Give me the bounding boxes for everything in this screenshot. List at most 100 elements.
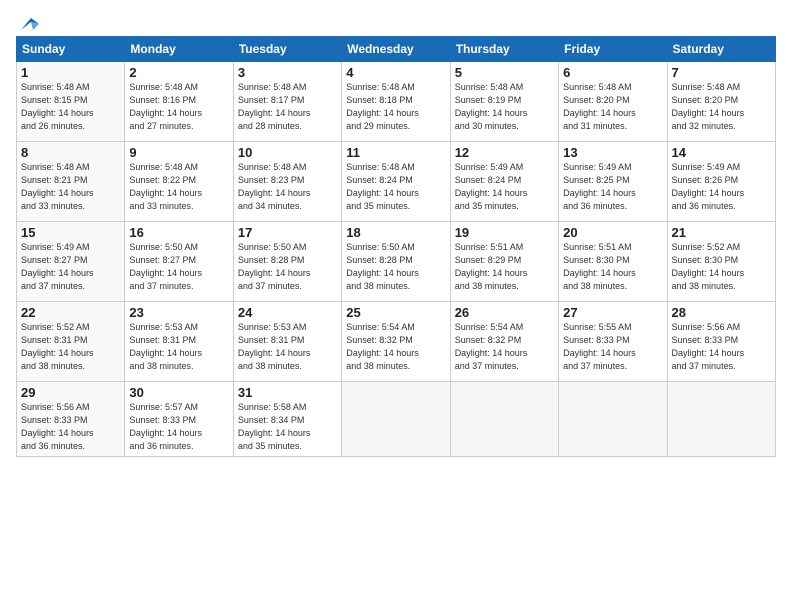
calendar-week-row: 22Sunrise: 5:52 AM Sunset: 8:31 PM Dayli…	[17, 302, 776, 382]
weekday-header-friday: Friday	[559, 37, 667, 62]
calendar-cell: 7Sunrise: 5:48 AM Sunset: 8:20 PM Daylig…	[667, 62, 775, 142]
day-number: 9	[129, 145, 228, 160]
calendar-cell: 21Sunrise: 5:52 AM Sunset: 8:30 PM Dayli…	[667, 222, 775, 302]
weekday-header-thursday: Thursday	[450, 37, 558, 62]
day-info: Sunrise: 5:50 AM Sunset: 8:28 PM Dayligh…	[238, 241, 337, 293]
day-number: 23	[129, 305, 228, 320]
calendar-cell: 10Sunrise: 5:48 AM Sunset: 8:23 PM Dayli…	[233, 142, 341, 222]
day-number: 13	[563, 145, 662, 160]
day-info: Sunrise: 5:49 AM Sunset: 8:25 PM Dayligh…	[563, 161, 662, 213]
day-number: 1	[21, 65, 120, 80]
day-number: 21	[672, 225, 771, 240]
calendar-cell: 20Sunrise: 5:51 AM Sunset: 8:30 PM Dayli…	[559, 222, 667, 302]
calendar-week-row: 29Sunrise: 5:56 AM Sunset: 8:33 PM Dayli…	[17, 382, 776, 457]
calendar-week-row: 15Sunrise: 5:49 AM Sunset: 8:27 PM Dayli…	[17, 222, 776, 302]
day-info: Sunrise: 5:48 AM Sunset: 8:15 PM Dayligh…	[21, 81, 120, 133]
day-info: Sunrise: 5:50 AM Sunset: 8:27 PM Dayligh…	[129, 241, 228, 293]
day-number: 3	[238, 65, 337, 80]
calendar-cell: 8Sunrise: 5:48 AM Sunset: 8:21 PM Daylig…	[17, 142, 125, 222]
day-info: Sunrise: 5:54 AM Sunset: 8:32 PM Dayligh…	[346, 321, 445, 373]
day-info: Sunrise: 5:56 AM Sunset: 8:33 PM Dayligh…	[672, 321, 771, 373]
calendar-cell	[342, 382, 450, 457]
day-info: Sunrise: 5:51 AM Sunset: 8:30 PM Dayligh…	[563, 241, 662, 293]
day-number: 6	[563, 65, 662, 80]
day-number: 30	[129, 385, 228, 400]
weekday-header-wednesday: Wednesday	[342, 37, 450, 62]
calendar-cell: 16Sunrise: 5:50 AM Sunset: 8:27 PM Dayli…	[125, 222, 233, 302]
calendar-cell: 26Sunrise: 5:54 AM Sunset: 8:32 PM Dayli…	[450, 302, 558, 382]
calendar-week-row: 1Sunrise: 5:48 AM Sunset: 8:15 PM Daylig…	[17, 62, 776, 142]
logo	[16, 16, 39, 28]
calendar-cell	[667, 382, 775, 457]
day-number: 25	[346, 305, 445, 320]
day-info: Sunrise: 5:48 AM Sunset: 8:20 PM Dayligh…	[563, 81, 662, 133]
calendar-cell: 22Sunrise: 5:52 AM Sunset: 8:31 PM Dayli…	[17, 302, 125, 382]
day-number: 28	[672, 305, 771, 320]
calendar-cell: 18Sunrise: 5:50 AM Sunset: 8:28 PM Dayli…	[342, 222, 450, 302]
day-info: Sunrise: 5:53 AM Sunset: 8:31 PM Dayligh…	[238, 321, 337, 373]
day-number: 17	[238, 225, 337, 240]
day-number: 14	[672, 145, 771, 160]
day-number: 10	[238, 145, 337, 160]
calendar-cell: 25Sunrise: 5:54 AM Sunset: 8:32 PM Dayli…	[342, 302, 450, 382]
day-info: Sunrise: 5:48 AM Sunset: 8:21 PM Dayligh…	[21, 161, 120, 213]
calendar-header-row: SundayMondayTuesdayWednesdayThursdayFrid…	[17, 37, 776, 62]
day-info: Sunrise: 5:48 AM Sunset: 8:20 PM Dayligh…	[672, 81, 771, 133]
calendar-cell: 30Sunrise: 5:57 AM Sunset: 8:33 PM Dayli…	[125, 382, 233, 457]
calendar-cell: 31Sunrise: 5:58 AM Sunset: 8:34 PM Dayli…	[233, 382, 341, 457]
day-info: Sunrise: 5:53 AM Sunset: 8:31 PM Dayligh…	[129, 321, 228, 373]
day-info: Sunrise: 5:56 AM Sunset: 8:33 PM Dayligh…	[21, 401, 120, 453]
day-number: 19	[455, 225, 554, 240]
day-info: Sunrise: 5:48 AM Sunset: 8:18 PM Dayligh…	[346, 81, 445, 133]
day-info: Sunrise: 5:49 AM Sunset: 8:24 PM Dayligh…	[455, 161, 554, 213]
calendar-cell: 1Sunrise: 5:48 AM Sunset: 8:15 PM Daylig…	[17, 62, 125, 142]
page-container: SundayMondayTuesdayWednesdayThursdayFrid…	[0, 0, 792, 612]
calendar-cell: 3Sunrise: 5:48 AM Sunset: 8:17 PM Daylig…	[233, 62, 341, 142]
day-number: 5	[455, 65, 554, 80]
day-info: Sunrise: 5:48 AM Sunset: 8:22 PM Dayligh…	[129, 161, 228, 213]
day-info: Sunrise: 5:50 AM Sunset: 8:28 PM Dayligh…	[346, 241, 445, 293]
calendar-cell: 2Sunrise: 5:48 AM Sunset: 8:16 PM Daylig…	[125, 62, 233, 142]
calendar-cell: 12Sunrise: 5:49 AM Sunset: 8:24 PM Dayli…	[450, 142, 558, 222]
calendar-week-row: 8Sunrise: 5:48 AM Sunset: 8:21 PM Daylig…	[17, 142, 776, 222]
day-number: 26	[455, 305, 554, 320]
calendar-cell: 11Sunrise: 5:48 AM Sunset: 8:24 PM Dayli…	[342, 142, 450, 222]
weekday-header-monday: Monday	[125, 37, 233, 62]
day-number: 11	[346, 145, 445, 160]
day-info: Sunrise: 5:52 AM Sunset: 8:31 PM Dayligh…	[21, 321, 120, 373]
day-info: Sunrise: 5:48 AM Sunset: 8:19 PM Dayligh…	[455, 81, 554, 133]
calendar-cell: 9Sunrise: 5:48 AM Sunset: 8:22 PM Daylig…	[125, 142, 233, 222]
day-info: Sunrise: 5:48 AM Sunset: 8:17 PM Dayligh…	[238, 81, 337, 133]
calendar-cell: 28Sunrise: 5:56 AM Sunset: 8:33 PM Dayli…	[667, 302, 775, 382]
weekday-header-tuesday: Tuesday	[233, 37, 341, 62]
day-info: Sunrise: 5:49 AM Sunset: 8:27 PM Dayligh…	[21, 241, 120, 293]
weekday-header-sunday: Sunday	[17, 37, 125, 62]
calendar-cell	[559, 382, 667, 457]
day-number: 2	[129, 65, 228, 80]
calendar-cell: 5Sunrise: 5:48 AM Sunset: 8:19 PM Daylig…	[450, 62, 558, 142]
calendar-cell: 29Sunrise: 5:56 AM Sunset: 8:33 PM Dayli…	[17, 382, 125, 457]
calendar-table: SundayMondayTuesdayWednesdayThursdayFrid…	[16, 36, 776, 457]
day-number: 4	[346, 65, 445, 80]
calendar-cell: 27Sunrise: 5:55 AM Sunset: 8:33 PM Dayli…	[559, 302, 667, 382]
calendar-cell: 6Sunrise: 5:48 AM Sunset: 8:20 PM Daylig…	[559, 62, 667, 142]
calendar-cell: 23Sunrise: 5:53 AM Sunset: 8:31 PM Dayli…	[125, 302, 233, 382]
calendar-cell: 13Sunrise: 5:49 AM Sunset: 8:25 PM Dayli…	[559, 142, 667, 222]
day-number: 31	[238, 385, 337, 400]
calendar-cell: 24Sunrise: 5:53 AM Sunset: 8:31 PM Dayli…	[233, 302, 341, 382]
day-info: Sunrise: 5:55 AM Sunset: 8:33 PM Dayligh…	[563, 321, 662, 373]
day-number: 27	[563, 305, 662, 320]
header	[16, 16, 776, 28]
day-info: Sunrise: 5:54 AM Sunset: 8:32 PM Dayligh…	[455, 321, 554, 373]
day-info: Sunrise: 5:57 AM Sunset: 8:33 PM Dayligh…	[129, 401, 228, 453]
calendar-cell: 15Sunrise: 5:49 AM Sunset: 8:27 PM Dayli…	[17, 222, 125, 302]
day-number: 22	[21, 305, 120, 320]
day-info: Sunrise: 5:51 AM Sunset: 8:29 PM Dayligh…	[455, 241, 554, 293]
day-info: Sunrise: 5:58 AM Sunset: 8:34 PM Dayligh…	[238, 401, 337, 453]
day-info: Sunrise: 5:48 AM Sunset: 8:24 PM Dayligh…	[346, 161, 445, 213]
day-number: 8	[21, 145, 120, 160]
day-number: 7	[672, 65, 771, 80]
day-number: 20	[563, 225, 662, 240]
day-info: Sunrise: 5:49 AM Sunset: 8:26 PM Dayligh…	[672, 161, 771, 213]
day-number: 12	[455, 145, 554, 160]
